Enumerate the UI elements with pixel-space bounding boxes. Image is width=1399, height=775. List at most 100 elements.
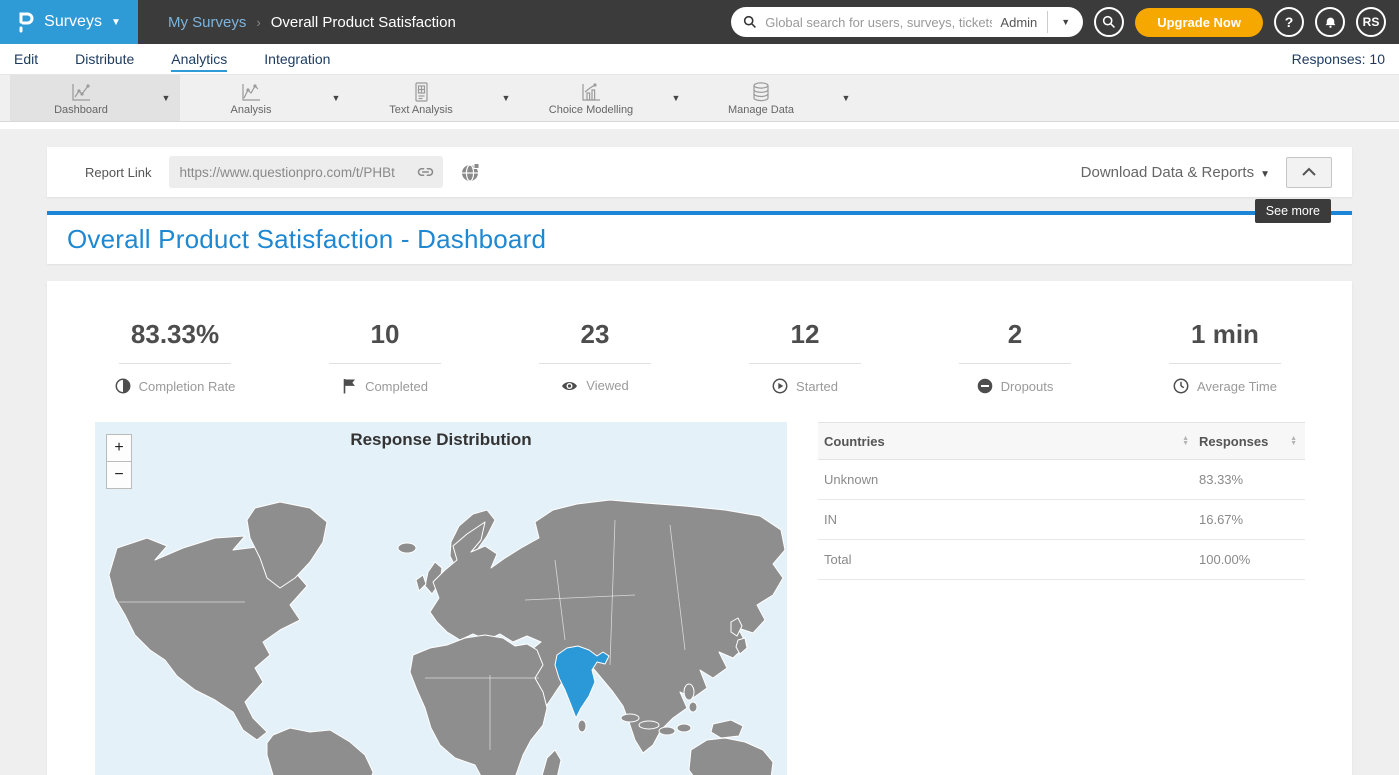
line-chart-icon bbox=[69, 81, 93, 103]
analysis-caret-icon[interactable]: ▼ bbox=[322, 75, 350, 121]
manage-data-caret-icon[interactable]: ▼ bbox=[832, 75, 860, 121]
dashboard-caret-icon[interactable]: ▼ bbox=[152, 75, 180, 121]
breadcrumb: My Surveys › Overall Product Satisfactio… bbox=[168, 14, 456, 31]
eye-icon bbox=[561, 379, 578, 393]
manage-data-button[interactable]: Manage Data bbox=[690, 75, 832, 121]
questionpro-logo-icon bbox=[17, 10, 35, 34]
report-visibility-button[interactable] bbox=[461, 163, 480, 182]
questionpro-logo-menu[interactable]: Surveys ▼ bbox=[0, 0, 138, 44]
table-row: IN 16.67% bbox=[818, 500, 1305, 540]
divider bbox=[749, 363, 861, 364]
bell-icon bbox=[1323, 14, 1338, 30]
help-button[interactable]: ? bbox=[1274, 7, 1304, 37]
chevron-down-icon: ▼ bbox=[111, 17, 121, 28]
stat-label: Viewed bbox=[586, 378, 628, 393]
responses-cell: 83.33% bbox=[1189, 472, 1297, 487]
country-cell: Unknown bbox=[824, 472, 1189, 487]
text-analysis-button[interactable]: Text Analysis bbox=[350, 75, 492, 121]
stat-value: 1 min bbox=[1191, 319, 1259, 350]
manage-data-label: Manage Data bbox=[728, 104, 794, 116]
analysis-button[interactable]: Analysis bbox=[180, 75, 322, 121]
breadcrumb-current: Overall Product Satisfaction bbox=[271, 14, 456, 31]
responses-column-header[interactable]: Responses bbox=[1199, 434, 1268, 449]
stat-value: 23 bbox=[581, 319, 610, 350]
minus-circle-icon bbox=[977, 378, 993, 394]
document-grid-icon bbox=[409, 81, 433, 103]
global-search[interactable]: Admin ▼ bbox=[731, 7, 1083, 37]
top-bar: Surveys ▼ My Surveys › Overall Product S… bbox=[0, 0, 1399, 44]
see-more-tooltip: See more bbox=[1255, 199, 1331, 223]
flag-icon bbox=[342, 378, 357, 394]
database-icon bbox=[749, 81, 773, 103]
text-analysis-caret-icon[interactable]: ▼ bbox=[492, 75, 520, 121]
upgrade-now-button[interactable]: Upgrade Now bbox=[1135, 8, 1263, 37]
responses-count: Responses: 10 bbox=[1292, 51, 1385, 67]
avatar[interactable]: RS bbox=[1356, 7, 1386, 37]
choice-modelling-label: Choice Modelling bbox=[549, 104, 633, 116]
search-scope-caret-icon[interactable]: ▼ bbox=[1058, 17, 1073, 27]
search-button[interactable] bbox=[1094, 7, 1124, 37]
survey-sub-nav: Edit Distribute Analytics Integration Re… bbox=[0, 44, 1399, 74]
analytics-toolbar: Dashboard ▼ Analysis ▼ Text Analysis ▼ bbox=[0, 74, 1399, 122]
dashboard-button[interactable]: Dashboard bbox=[10, 75, 152, 121]
tab-edit[interactable]: Edit bbox=[14, 46, 38, 72]
chain-link-icon[interactable] bbox=[416, 165, 435, 179]
collapse-toggle-button[interactable] bbox=[1286, 157, 1332, 188]
search-scope-admin[interactable]: Admin bbox=[1000, 15, 1037, 30]
world-map[interactable] bbox=[95, 450, 787, 775]
report-link-bar: Report Link Download Data & Reports▼ bbox=[47, 147, 1352, 197]
avatar-initials: RS bbox=[1363, 15, 1380, 29]
spacer bbox=[0, 122, 1399, 129]
divider bbox=[1169, 363, 1281, 364]
title-card: Overall Product Satisfaction - Dashboard bbox=[47, 211, 1352, 264]
report-url-input[interactable] bbox=[179, 165, 412, 180]
topbar-actions: Admin ▼ Upgrade Now ? RS bbox=[731, 7, 1399, 37]
stat-value: 10 bbox=[371, 319, 400, 350]
stat-dropouts: 2 Dropouts bbox=[910, 319, 1120, 394]
download-data-reports-menu[interactable]: Download Data & Reports▼ bbox=[1081, 164, 1270, 181]
stat-average-time: 1 min Average Time bbox=[1120, 319, 1330, 394]
play-circle-icon bbox=[772, 378, 788, 394]
toolbar-choice-modelling: Choice Modelling ▼ bbox=[520, 75, 690, 121]
breadcrumb-separator: › bbox=[256, 15, 260, 30]
chevron-up-icon bbox=[1300, 166, 1318, 178]
choice-modelling-caret-icon[interactable]: ▼ bbox=[662, 75, 690, 121]
search-icon bbox=[743, 15, 757, 29]
product-name: Surveys bbox=[44, 13, 102, 31]
tab-distribute[interactable]: Distribute bbox=[75, 46, 134, 72]
divider bbox=[959, 363, 1071, 364]
map-zoom-in-button[interactable]: + bbox=[106, 434, 132, 462]
sort-icon[interactable]: ▲▼ bbox=[1182, 436, 1189, 446]
dashboard-page: Report Link Download Data & Reports▼ bbox=[0, 147, 1399, 775]
question-mark-icon: ? bbox=[1285, 14, 1294, 30]
countries-table: Countries ▲▼ Responses ▲▼ Unknown 83.33%… bbox=[818, 422, 1305, 775]
countries-column-header[interactable]: Countries bbox=[824, 434, 885, 449]
stat-completion-rate: 83.33% Completion Rate bbox=[70, 319, 280, 394]
breadcrumb-my-surveys[interactable]: My Surveys bbox=[168, 14, 246, 31]
stat-completed: 10 Completed bbox=[280, 319, 490, 394]
map-zoom-out-button[interactable]: − bbox=[106, 461, 132, 489]
stat-label: Completed bbox=[365, 379, 428, 394]
stat-label: Dropouts bbox=[1001, 379, 1054, 394]
toolbar-dashboard: Dashboard ▼ bbox=[10, 75, 180, 121]
toolbar-manage-data: Manage Data ▼ bbox=[690, 75, 860, 121]
sort-icon[interactable]: ▲▼ bbox=[1290, 436, 1297, 446]
divider bbox=[329, 363, 441, 364]
notifications-button[interactable] bbox=[1315, 7, 1345, 37]
half-circle-gauge-icon bbox=[115, 378, 131, 394]
analysis-label: Analysis bbox=[231, 104, 272, 116]
stat-viewed: 23 Viewed bbox=[490, 319, 700, 394]
toolbar-analysis: Analysis ▼ bbox=[180, 75, 350, 121]
response-distribution-row: Response Distribution + − bbox=[47, 422, 1352, 775]
tab-analytics[interactable]: Analytics bbox=[171, 46, 227, 72]
tab-integration[interactable]: Integration bbox=[264, 46, 330, 72]
search-input[interactable] bbox=[765, 15, 992, 30]
divider bbox=[539, 363, 651, 364]
text-analysis-label: Text Analysis bbox=[389, 104, 453, 116]
choice-modelling-button[interactable]: Choice Modelling bbox=[520, 75, 662, 121]
toolbar-text-analysis: Text Analysis ▼ bbox=[350, 75, 520, 121]
stat-label: Average Time bbox=[1197, 379, 1277, 394]
table-row: Unknown 83.33% bbox=[818, 460, 1305, 500]
stat-started: 12 Started bbox=[700, 319, 910, 394]
stat-label: Started bbox=[796, 379, 838, 394]
